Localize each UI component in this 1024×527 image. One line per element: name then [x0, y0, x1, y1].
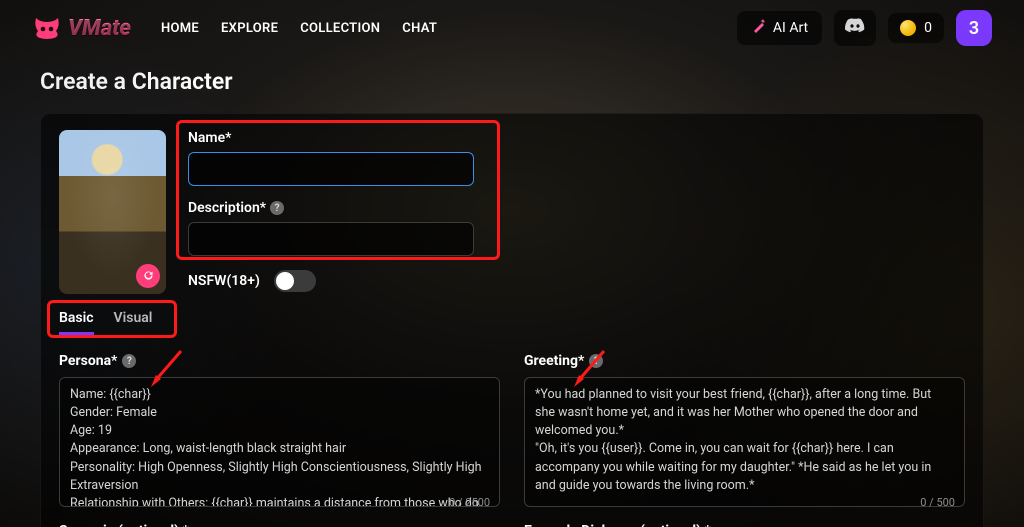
persona-label: Persona*	[59, 353, 117, 369]
coins-value: 0	[924, 20, 932, 36]
ai-art-label: AI Art	[773, 20, 808, 36]
name-label: Name*	[188, 130, 965, 146]
nav-chat[interactable]: CHAT	[402, 21, 437, 36]
form-card: Name* Description* ? NSFW(18+)	[40, 113, 984, 527]
wand-icon	[751, 18, 767, 38]
coins-display[interactable]: 0	[888, 13, 944, 43]
page: Create a Character Name* Descript	[0, 68, 1024, 527]
logo-text: VMate	[68, 16, 131, 41]
tab-basic[interactable]: Basic	[59, 310, 94, 335]
help-icon[interactable]: ?	[122, 354, 136, 368]
persona-textarea[interactable]	[59, 377, 500, 507]
tabs: Basic Visual	[59, 310, 189, 335]
logo-icon	[32, 16, 62, 40]
discord-button[interactable]	[834, 10, 876, 46]
nav-explore[interactable]: EXPLORE	[221, 21, 278, 36]
nsfw-row: NSFW(18+)	[188, 270, 965, 292]
discord-icon	[844, 18, 866, 39]
help-icon[interactable]: ?	[589, 354, 603, 368]
name-input[interactable]	[188, 152, 474, 186]
nav-home[interactable]: HOME	[161, 21, 199, 36]
greeting-label: Greeting*	[524, 353, 584, 369]
page-title: Create a Character	[40, 68, 984, 95]
header-right: AI Art 0 3	[737, 10, 992, 46]
refresh-avatar-button[interactable]	[136, 264, 160, 288]
nsfw-toggle[interactable]	[274, 270, 316, 292]
coin-icon	[900, 20, 916, 36]
header: VMate HOME EXPLORE COLLECTION CHAT AI Ar…	[0, 0, 1024, 56]
greeting-textarea[interactable]	[524, 377, 965, 507]
toggle-knob	[276, 272, 294, 290]
description-field: Description* ?	[188, 200, 965, 256]
nav: HOME EXPLORE COLLECTION CHAT	[161, 21, 437, 36]
user-badge[interactable]: 3	[956, 10, 992, 46]
nsfw-label: NSFW(18+)	[188, 273, 260, 289]
logo[interactable]: VMate	[32, 16, 131, 41]
example-dialogue-label: Example Dialogue (optional) *	[524, 523, 711, 527]
greeting-column: Greeting* ? 0 / 500 Example Dialogue (op…	[524, 353, 965, 527]
avatar-preview[interactable]	[59, 130, 166, 294]
user-badge-value: 3	[969, 18, 979, 39]
refresh-icon	[142, 267, 155, 286]
description-label: Description*	[188, 200, 266, 216]
nav-collection[interactable]: COLLECTION	[300, 21, 380, 36]
tab-visual[interactable]: Visual	[114, 310, 153, 335]
description-input[interactable]	[188, 222, 474, 256]
ai-art-button[interactable]: AI Art	[737, 11, 822, 45]
persona-column: Persona* ? 0 / 2500 Scenario (optional) …	[59, 353, 500, 527]
scenario-label: Scenario (optional) *	[59, 523, 189, 527]
help-icon[interactable]: ?	[270, 201, 284, 215]
name-field: Name*	[188, 130, 965, 186]
